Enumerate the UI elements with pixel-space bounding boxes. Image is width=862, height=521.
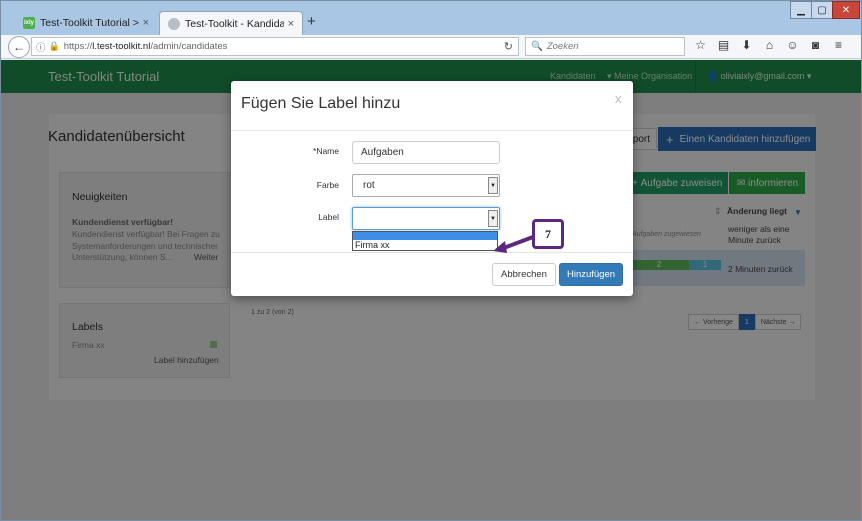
- address-bar[interactable]: ⓘ 🔒 https://l.test-toolkit.nl/admin/cand…: [31, 37, 519, 56]
- menu-icon[interactable]: ≡: [827, 38, 850, 52]
- name-input[interactable]: Aufgaben: [352, 141, 500, 164]
- dropdown-option-firma[interactable]: Firma xx: [355, 240, 390, 250]
- browser-window: ixly Test-Toolkit Tutorial > Ixly × Test…: [0, 0, 862, 521]
- new-tab-button[interactable]: +: [307, 13, 316, 30]
- close-dialog-icon[interactable]: x: [615, 91, 622, 106]
- bookmark-star-icon[interactable]: ☆: [689, 38, 712, 52]
- tab-bar: ixly Test-Toolkit Tutorial > Ixly × Test…: [1, 1, 861, 35]
- close-tab-icon[interactable]: ×: [143, 17, 149, 29]
- navigation-toolbar: ← ⓘ 🔒 https://l.test-toolkit.nl/admin/ca…: [1, 35, 861, 59]
- arrow-left-icon: ←: [13, 40, 25, 54]
- download-icon[interactable]: ⬇: [735, 38, 758, 52]
- tab-title: Test-Toolkit - Kandidatenü...: [185, 17, 284, 30]
- minimize-button[interactable]: ▁: [790, 1, 812, 19]
- chat-icon[interactable]: ☺: [781, 38, 804, 52]
- url-prefix: https://: [63, 41, 93, 52]
- tab-candidates[interactable]: Test-Toolkit - Kandidatenü... ×: [159, 11, 303, 35]
- search-icon: 🔍: [531, 41, 543, 52]
- dialog-title: Fügen Sie Label hinzu: [241, 95, 401, 112]
- cancel-button[interactable]: Abbrechen: [492, 263, 556, 286]
- name-label: *Name: [279, 146, 339, 156]
- url-host: l.test-toolkit.nl: [92, 41, 151, 52]
- reading-list-icon[interactable]: ▤: [712, 38, 735, 52]
- add-label-dialog: Fügen Sie Label hinzu x *Name Aufgaben F…: [231, 81, 633, 296]
- maximize-button[interactable]: ▢: [811, 1, 833, 19]
- url-path: /admin/candidates: [150, 41, 228, 52]
- color-select-value: rot: [363, 180, 375, 191]
- reload-icon[interactable]: ↻: [504, 40, 513, 53]
- label-field-label: Label: [318, 212, 339, 222]
- toolbar-icons: ☆ ▤ ⬇ ⌂ ☺ ◙ ≡: [689, 38, 850, 52]
- tab-tutorial[interactable]: ixly Test-Toolkit Tutorial > Ixly ×: [15, 11, 157, 35]
- step-callout: 7: [532, 219, 564, 249]
- home-icon[interactable]: ⌂: [758, 38, 781, 52]
- name-label-text: Name: [316, 146, 339, 156]
- dropdown-option-empty[interactable]: [353, 232, 497, 240]
- chevron-down-icon[interactable]: ▼: [488, 210, 498, 227]
- search-input[interactable]: 🔍 Zoeken: [525, 37, 685, 56]
- lock-icon: 🔒: [48, 41, 60, 51]
- back-button[interactable]: ←: [8, 36, 30, 58]
- color-select[interactable]: rot ▼: [352, 174, 500, 197]
- divider: [231, 252, 633, 253]
- tab-title: Test-Toolkit Tutorial > Ixly: [40, 17, 139, 29]
- site-favicon-icon: [168, 17, 180, 30]
- divider: [231, 130, 633, 131]
- pocket-icon[interactable]: ◙: [804, 38, 827, 52]
- window-close-button[interactable]: ✕: [832, 1, 860, 19]
- label-dropdown-list: Firma xx: [352, 231, 498, 251]
- submit-button[interactable]: Hinzufügen: [559, 263, 623, 286]
- info-icon: ⓘ: [36, 42, 46, 54]
- annotation-arrow-icon: [493, 235, 535, 253]
- ixly-favicon-icon: ixly: [23, 17, 35, 29]
- color-label: Farbe: [316, 180, 339, 190]
- label-select[interactable]: ▼: [352, 207, 500, 230]
- search-placeholder: Zoeken: [546, 41, 579, 52]
- chevron-down-icon[interactable]: ▼: [488, 177, 498, 194]
- close-tab-icon[interactable]: ×: [288, 18, 294, 30]
